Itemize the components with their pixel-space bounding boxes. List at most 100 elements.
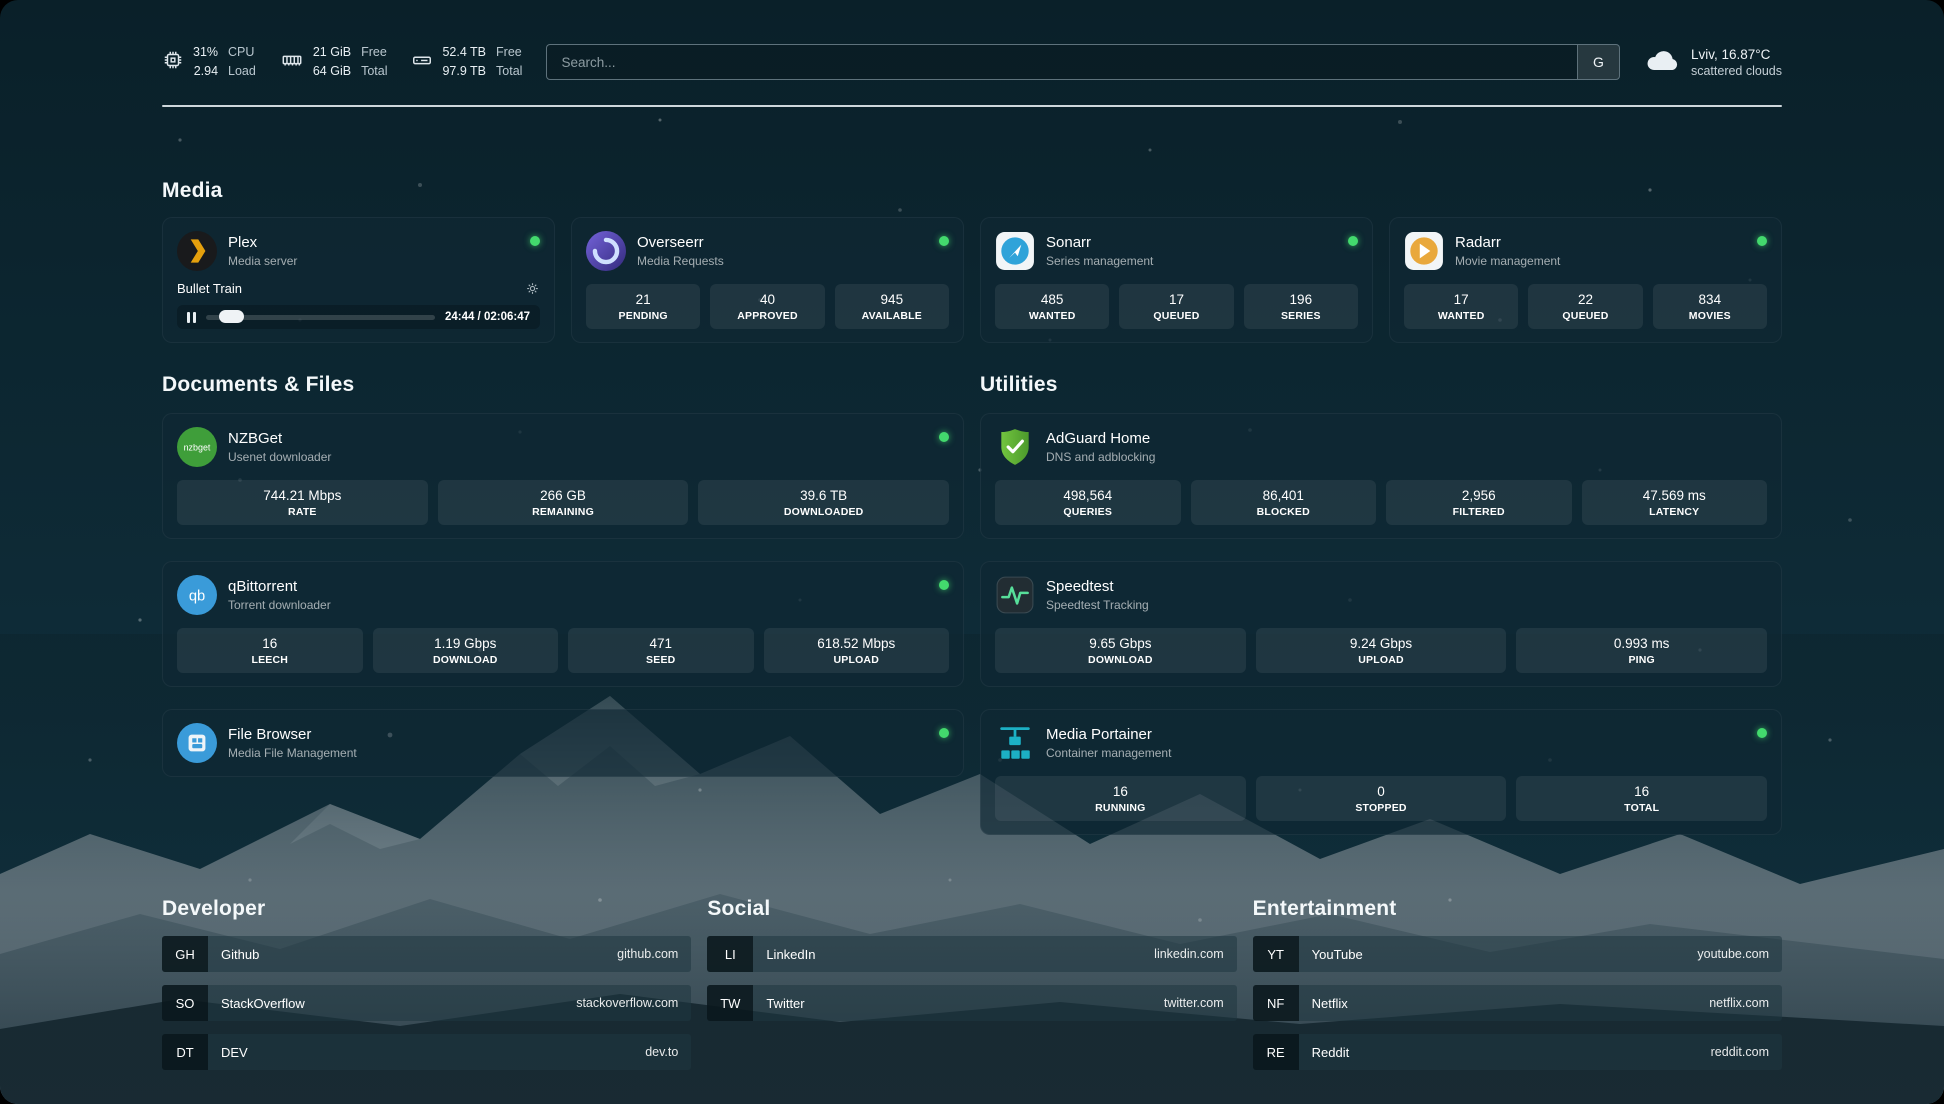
stat-value: 40	[714, 292, 820, 307]
section-title-developer: Developer	[162, 897, 691, 921]
stat-box: 485 WANTED	[995, 284, 1109, 329]
section-documents: Documents & Files nzbget NZBGet Usenet d…	[162, 373, 964, 835]
portainer-icon	[995, 723, 1035, 763]
bookmark-url: linkedin.com	[1154, 947, 1236, 961]
cpu-label: CPU	[228, 43, 256, 62]
stat-value: 498,564	[999, 488, 1177, 503]
stat-label: REMAINING	[442, 506, 685, 518]
stat-value: 0	[1260, 784, 1503, 799]
stat-value: 16	[999, 784, 1242, 799]
bookmark-stackoverflow[interactable]: SO StackOverflow stackoverflow.com	[162, 985, 691, 1021]
section-title-media: Media	[162, 179, 1782, 203]
bookmark-twitter[interactable]: TW Twitter twitter.com	[707, 985, 1236, 1021]
disk-free-value: 52.4 TB	[442, 43, 486, 62]
dashboard-screen: 31% 2.94 CPU Load	[0, 0, 1944, 1104]
status-online-dot	[939, 432, 949, 442]
disk-total-value: 97.9 TB	[442, 62, 486, 81]
status-online-dot	[530, 236, 540, 246]
app-name: qBittorrent	[228, 577, 331, 597]
app-subtitle: Usenet downloader	[228, 449, 331, 465]
playback-progress-slider[interactable]	[206, 315, 435, 320]
ram-icon	[280, 49, 304, 76]
bookmark-name: YouTube	[1299, 947, 1363, 962]
app-card-sonarr[interactable]: Sonarr Series management 485 WANTED 17 Q…	[980, 217, 1373, 343]
app-card-overseerr[interactable]: Overseerr Media Requests 21 PENDING 40 A…	[571, 217, 964, 343]
bookmark-linkedin[interactable]: LI LinkedIn linkedin.com	[707, 936, 1236, 972]
weather-condition: scattered clouds	[1691, 64, 1782, 78]
search-engine-button[interactable]: G	[1577, 45, 1619, 79]
bookmark-abbr: LI	[707, 936, 753, 972]
disk-icon	[411, 49, 433, 76]
app-subtitle: Container management	[1046, 745, 1171, 761]
bookmark-dev[interactable]: DT DEV dev.to	[162, 1034, 691, 1070]
stat-label: LEECH	[181, 654, 359, 666]
stat-value: 86,401	[1195, 488, 1373, 503]
app-subtitle: Speedtest Tracking	[1046, 597, 1149, 613]
now-playing-title: Bullet Train	[177, 281, 242, 296]
app-card-radarr[interactable]: Radarr Movie management 17 WANTED 22 QUE…	[1389, 217, 1782, 343]
app-subtitle: Media server	[228, 253, 297, 269]
stat-box: 471 SEED	[568, 628, 754, 673]
bookmark-github[interactable]: GH Github github.com	[162, 936, 691, 972]
section-entertainment: Entertainment YT YouTube youtube.com NF …	[1253, 897, 1782, 1070]
bookmark-abbr: NF	[1253, 985, 1299, 1021]
app-card-speedtest[interactable]: Speedtest Speedtest Tracking 9.65 Gbps D…	[980, 561, 1782, 687]
stat-box: 618.52 Mbps UPLOAD	[764, 628, 950, 673]
stat-label: LATENCY	[1586, 506, 1764, 518]
stat-box: 39.6 TB DOWNLOADED	[698, 480, 949, 525]
stat-label: DOWNLOADED	[702, 506, 945, 518]
stat-label: QUEUED	[1532, 310, 1638, 322]
app-card-filebrowser[interactable]: File Browser Media File Management	[162, 709, 964, 777]
cpu-load-value: 2.94	[193, 62, 218, 81]
stat-label: UPLOAD	[768, 654, 946, 666]
media-player-bar: 24:44 / 02:06:47	[177, 305, 540, 329]
stat-label: QUEUED	[1123, 310, 1229, 322]
app-name: Media Portainer	[1046, 725, 1171, 745]
app-card-adguard[interactable]: AdGuard Home DNS and adblocking 498,564 …	[980, 413, 1782, 539]
cpu-metric: 31% 2.94 CPU Load	[162, 43, 256, 81]
app-card-portainer[interactable]: Media Portainer Container management 16 …	[980, 709, 1782, 835]
section-media: Media Plex Media server	[162, 179, 1782, 343]
app-subtitle: Movie management	[1455, 253, 1560, 269]
stat-box: 40 APPROVED	[710, 284, 824, 329]
bookmark-youtube[interactable]: YT YouTube youtube.com	[1253, 936, 1782, 972]
stat-box: 16 RUNNING	[995, 776, 1246, 821]
ram-total-label: Total	[361, 62, 387, 81]
bookmark-name: StackOverflow	[208, 996, 305, 1011]
bookmark-netflix[interactable]: NF Netflix netflix.com	[1253, 985, 1782, 1021]
app-subtitle: Torrent downloader	[228, 597, 331, 613]
stat-box: 21 PENDING	[586, 284, 700, 329]
bookmark-url: dev.to	[645, 1045, 691, 1059]
stat-value: 196	[1248, 292, 1354, 307]
stat-value: 471	[572, 636, 750, 651]
app-card-nzbget[interactable]: nzbget NZBGet Usenet downloader 744.21 M…	[162, 413, 964, 539]
app-card-qbittorrent[interactable]: qb qBittorrent Torrent downloader 16	[162, 561, 964, 687]
weather-location: Lviv, 16.87°C	[1691, 47, 1782, 62]
stat-box: 1.19 Gbps DOWNLOAD	[373, 628, 559, 673]
radarr-icon	[1404, 231, 1444, 271]
app-name: File Browser	[228, 725, 357, 745]
progress-knob[interactable]	[219, 310, 244, 323]
bookmark-reddit[interactable]: RE Reddit reddit.com	[1253, 1034, 1782, 1070]
cpu-percent: 31%	[193, 43, 218, 62]
stat-value: 945	[839, 292, 945, 307]
stat-value: 0.993 ms	[1520, 636, 1763, 651]
stat-box: 834 MOVIES	[1653, 284, 1767, 329]
section-social: Social LI LinkedIn linkedin.com TW Twitt…	[707, 897, 1236, 1070]
stat-value: 1.19 Gbps	[377, 636, 555, 651]
bookmark-abbr: GH	[162, 936, 208, 972]
stat-box: 9.24 Gbps UPLOAD	[1256, 628, 1507, 673]
section-title-documents: Documents & Files	[162, 373, 964, 397]
section-developer: Developer GH Github github.com SO StackO…	[162, 897, 691, 1070]
pause-button[interactable]	[187, 312, 196, 323]
app-card-plex[interactable]: Plex Media server Bullet Train	[162, 217, 555, 343]
app-name: Radarr	[1455, 233, 1560, 253]
ram-free-value: 21 GiB	[313, 43, 351, 62]
stat-label: APPROVED	[714, 310, 820, 322]
app-subtitle: Media File Management	[228, 745, 357, 761]
cloud-icon	[1644, 46, 1680, 79]
bookmark-url: youtube.com	[1697, 947, 1782, 961]
search-input[interactable]	[547, 45, 1577, 79]
bookmark-name: DEV	[208, 1045, 248, 1060]
gear-icon[interactable]	[525, 281, 540, 296]
